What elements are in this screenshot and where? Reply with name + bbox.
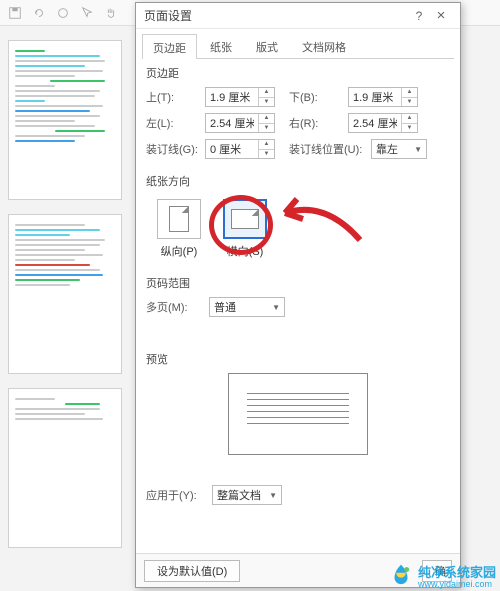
portrait-label: 纵向(P) bbox=[154, 243, 204, 259]
landscape-label: 横向(S) bbox=[220, 243, 270, 259]
chevron-down-icon: ▼ bbox=[272, 303, 280, 312]
apply-section: 应用于(Y): 整篇文档▼ bbox=[136, 479, 460, 513]
section-header: 页边距 bbox=[146, 65, 450, 81]
pages-section: 页码范围 多页(M): 普通▼ bbox=[136, 269, 460, 325]
thumbnail-panel bbox=[8, 40, 128, 591]
page-thumbnail[interactable] bbox=[8, 214, 122, 374]
preview-section: 预览 bbox=[136, 345, 460, 463]
up-arrow-icon[interactable]: ▲ bbox=[259, 140, 274, 150]
down-arrow-icon[interactable]: ▼ bbox=[259, 150, 274, 159]
portrait-option[interactable]: 纵向(P) bbox=[154, 199, 204, 259]
portrait-page-icon bbox=[169, 206, 189, 232]
help-button[interactable]: ? bbox=[408, 9, 430, 23]
watermark: 纯净系统家园 www.yidaimei.com bbox=[388, 562, 496, 589]
up-arrow-icon[interactable]: ▲ bbox=[259, 88, 274, 98]
left-input[interactable] bbox=[206, 114, 258, 132]
landscape-page-icon bbox=[231, 209, 259, 229]
apply-label: 应用于(Y): bbox=[146, 487, 208, 503]
tab-margins[interactable]: 页边距 bbox=[142, 34, 197, 59]
multi-label: 多页(M): bbox=[146, 299, 201, 315]
dialog-title: 页面设置 bbox=[144, 7, 408, 24]
dialog-tabs: 页边距 纸张 版式 文档网格 bbox=[142, 33, 454, 59]
right-spinner[interactable]: ▲▼ bbox=[348, 113, 418, 133]
bottom-label: 下(B): bbox=[289, 89, 344, 105]
page-thumbnail[interactable] bbox=[8, 40, 122, 200]
down-arrow-icon[interactable]: ▼ bbox=[402, 98, 417, 107]
section-header: 纸张方向 bbox=[146, 173, 450, 189]
up-arrow-icon[interactable]: ▲ bbox=[259, 114, 274, 124]
close-button[interactable]: × bbox=[430, 7, 452, 24]
set-default-button[interactable]: 设为默认值(D) bbox=[144, 560, 240, 582]
bottom-input[interactable] bbox=[349, 88, 401, 106]
left-spinner[interactable]: ▲▼ bbox=[205, 113, 275, 133]
preview-box bbox=[228, 373, 368, 455]
orientation-section: 纸张方向 纵向(P) 横向(S) bbox=[136, 167, 460, 269]
down-arrow-icon[interactable]: ▼ bbox=[259, 124, 274, 133]
page-setup-dialog: 页面设置 ? × 页边距 纸张 版式 文档网格 页边距 上(T): ▲▼ 下(B… bbox=[135, 2, 461, 588]
section-header: 页码范围 bbox=[146, 275, 450, 291]
top-input[interactable] bbox=[206, 88, 258, 106]
down-arrow-icon[interactable]: ▼ bbox=[402, 124, 417, 133]
right-label: 右(R): bbox=[289, 115, 344, 131]
logo-icon bbox=[388, 563, 414, 589]
gutter-spinner[interactable]: ▲▼ bbox=[205, 139, 275, 159]
section-header: 预览 bbox=[146, 351, 450, 367]
up-arrow-icon[interactable]: ▲ bbox=[402, 114, 417, 124]
circle-icon[interactable] bbox=[56, 6, 70, 20]
multi-select[interactable]: 普通▼ bbox=[209, 297, 285, 317]
gutter-input[interactable] bbox=[206, 140, 258, 158]
tab-layout[interactable]: 版式 bbox=[245, 33, 289, 58]
apply-select[interactable]: 整篇文档▼ bbox=[212, 485, 282, 505]
cursor-icon[interactable] bbox=[80, 6, 94, 20]
gutter-pos-select[interactable]: 靠左▼ bbox=[371, 139, 427, 159]
gutter-label: 装订线(G): bbox=[146, 141, 201, 157]
watermark-url: www.yidaimei.com bbox=[418, 579, 496, 589]
bottom-spinner[interactable]: ▲▼ bbox=[348, 87, 418, 107]
down-arrow-icon[interactable]: ▼ bbox=[259, 98, 274, 107]
tab-grid[interactable]: 文档网格 bbox=[291, 33, 357, 58]
undo-icon[interactable] bbox=[32, 6, 46, 20]
top-spinner[interactable]: ▲▼ bbox=[205, 87, 275, 107]
page-thumbnail[interactable] bbox=[8, 388, 122, 548]
top-label: 上(T): bbox=[146, 89, 201, 105]
chevron-down-icon: ▼ bbox=[269, 491, 277, 500]
up-arrow-icon[interactable]: ▲ bbox=[402, 88, 417, 98]
chevron-down-icon: ▼ bbox=[414, 145, 422, 154]
gutter-pos-label: 装订线位置(U): bbox=[289, 141, 367, 157]
hand-icon[interactable] bbox=[104, 6, 118, 20]
dialog-titlebar: 页面设置 ? × bbox=[136, 3, 460, 29]
save-icon[interactable] bbox=[8, 6, 22, 20]
tab-paper[interactable]: 纸张 bbox=[199, 33, 243, 58]
left-label: 左(L): bbox=[146, 115, 201, 131]
margins-section: 页边距 上(T): ▲▼ 下(B): ▲▼ 左(L): ▲▼ 右(R): ▲▼ … bbox=[136, 59, 460, 167]
right-input[interactable] bbox=[349, 114, 401, 132]
landscape-option[interactable]: 横向(S) bbox=[220, 199, 270, 259]
